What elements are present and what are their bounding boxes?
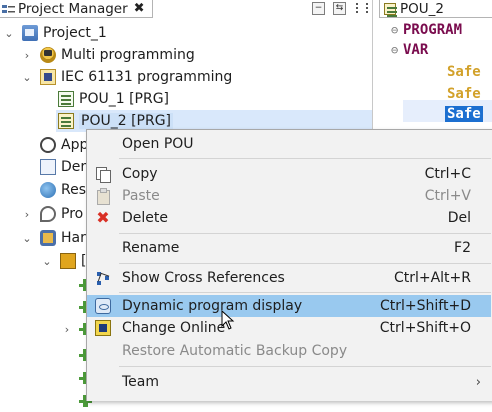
gauge-icon <box>40 137 56 153</box>
tree-item-label: Res <box>61 182 87 198</box>
submenu-arrow-icon: › <box>475 374 481 390</box>
tree-item-label: App <box>61 137 89 153</box>
device-icon <box>60 253 76 269</box>
project-icon <box>22 25 38 41</box>
tree-item-project[interactable]: ⌄ Project_1 <box>0 22 372 44</box>
tree-item-pou-1[interactable]: POU_1 [PRG] <box>0 88 372 110</box>
tab-title: POU_2 <box>400 0 444 17</box>
menu-item-label: Delete <box>122 210 168 226</box>
menu-item-label: Change Online <box>122 320 226 336</box>
cross-references-icon <box>95 270 111 286</box>
menu-item-dynamic-program-display[interactable]: Dynamic program display Ctrl+Shift+D <box>87 295 491 317</box>
collapsed-chevron-icon[interactable]: › <box>22 208 32 221</box>
keyword: VAR <box>403 42 429 58</box>
code-line: ⊖ VAR <box>391 40 428 60</box>
menu-item-label: Restore Automatic Backup Copy <box>122 343 348 359</box>
code-line: Safe <box>445 104 483 124</box>
expanded-chevron-icon[interactable]: ⌄ <box>22 71 32 84</box>
menu-separator <box>119 263 491 264</box>
selected-identifier: Safe <box>445 106 483 122</box>
mouse-cursor-icon <box>221 310 235 330</box>
identifier: Safe <box>447 64 481 80</box>
fold-icon[interactable]: ⊖ <box>391 43 403 57</box>
code-line: ⊖ PROGRAM <box>391 20 462 40</box>
paste-icon <box>95 188 111 205</box>
tab-title: Project Manager <box>18 0 128 17</box>
menu-separator <box>119 158 491 159</box>
delete-icon: ✖ <box>96 208 110 227</box>
tab-pou-2[interactable]: POU_2 <box>379 0 492 18</box>
tree-item-label: IEC 61131 programming <box>61 69 233 85</box>
program-icon <box>40 206 56 222</box>
dynamic-display-icon <box>95 298 111 314</box>
tree-item-label: Project_1 <box>43 25 107 41</box>
menu-item-open-pou[interactable]: Open POU <box>87 133 491 155</box>
pou-icon <box>384 2 397 15</box>
tree-item-label: Har <box>61 230 86 246</box>
expanded-chevron-icon[interactable]: ⌄ <box>4 27 14 40</box>
menu-item-shortcut: Ctrl+Alt+R <box>393 270 471 286</box>
menu-item-rename[interactable]: Rename F2 <box>87 237 491 259</box>
code-line: Safe <box>447 84 481 104</box>
menu-item-paste[interactable]: Paste Ctrl+V <box>87 185 491 207</box>
menu-item-restore-backup[interactable]: Restore Automatic Backup Copy <box>87 340 491 362</box>
menu-item-label: Copy <box>122 166 158 182</box>
menu-item-shortcut: F2 <box>454 240 471 256</box>
fold-icon[interactable]: ⊖ <box>391 23 403 37</box>
hardware-icon <box>40 230 56 246</box>
menu-item-label: Open POU <box>122 136 194 152</box>
tree-item-label: Der <box>61 159 87 175</box>
menu-separator <box>119 233 491 234</box>
tab-project-manager[interactable]: Project Manager ✖ <box>0 0 153 18</box>
menu-item-label: Team <box>122 374 160 390</box>
menu-item-label: Dynamic program display <box>122 298 303 314</box>
menu-item-shortcut: Ctrl+C <box>424 166 471 182</box>
view-menu-icon[interactable] <box>354 2 368 14</box>
tree-item-label: POU_1 [PRG] <box>79 91 170 107</box>
link-with-editor-icon[interactable]: ⇆ <box>333 1 346 15</box>
pou-icon <box>58 91 74 107</box>
menu-item-delete[interactable]: ✖ Delete Del <box>87 207 491 229</box>
context-menu: Open POU Copy Ctrl+C Paste Ctrl+V ✖ Dele… <box>86 129 492 401</box>
menu-item-label: Paste <box>122 188 160 204</box>
tree-item-label: Pro <box>61 206 84 222</box>
panel-toolbar: − ⇆ <box>312 0 368 16</box>
menu-item-shortcut: Ctrl+V <box>424 188 471 204</box>
expanded-chevron-icon[interactable]: ⌄ <box>22 232 32 245</box>
menu-item-label: Rename <box>122 240 180 256</box>
iec-icon <box>40 69 56 85</box>
menu-item-shortcut: Ctrl+Shift+D <box>380 298 471 314</box>
tree-item-label: POU_2 [PRG] <box>79 113 174 129</box>
collapse-all-icon[interactable]: − <box>312 1 325 15</box>
collapsed-chevron-icon[interactable]: › <box>22 49 32 62</box>
tree-item-iec-programming[interactable]: ⌄ IEC 61131 programming <box>0 66 372 88</box>
tree-item-multi-programming[interactable]: › Multi programming <box>0 44 372 66</box>
change-online-icon <box>95 320 111 336</box>
keyword: PROGRAM <box>403 22 463 38</box>
menu-separator <box>119 366 491 367</box>
identifier: Safe <box>447 86 481 102</box>
menu-item-team[interactable]: Team › <box>87 371 491 393</box>
close-icon[interactable]: ✖ <box>134 1 145 16</box>
collapsed-chevron-icon[interactable]: › <box>62 323 72 336</box>
project-manager-icon <box>2 3 15 14</box>
menu-item-label: Show Cross References <box>122 270 285 286</box>
menu-item-change-online[interactable]: Change Online Ctrl+Shift+O <box>87 317 491 339</box>
menu-item-shortcut: Ctrl+Shift+O <box>379 320 471 336</box>
menu-item-show-cross-references[interactable]: Show Cross References Ctrl+Alt+R <box>87 267 491 289</box>
expanded-chevron-icon[interactable]: ⌄ <box>42 255 52 268</box>
menu-separator <box>119 292 491 293</box>
code-line: Safe <box>447 62 481 82</box>
globe-icon <box>40 182 56 198</box>
document-icon <box>40 159 56 175</box>
pou-icon <box>58 113 74 129</box>
menu-item-copy[interactable]: Copy Ctrl+C <box>87 163 491 185</box>
copy-icon <box>95 166 111 183</box>
tree-item-label: Multi programming <box>61 47 195 63</box>
multi-programming-icon <box>40 47 56 63</box>
menu-item-shortcut: Del <box>447 210 471 226</box>
